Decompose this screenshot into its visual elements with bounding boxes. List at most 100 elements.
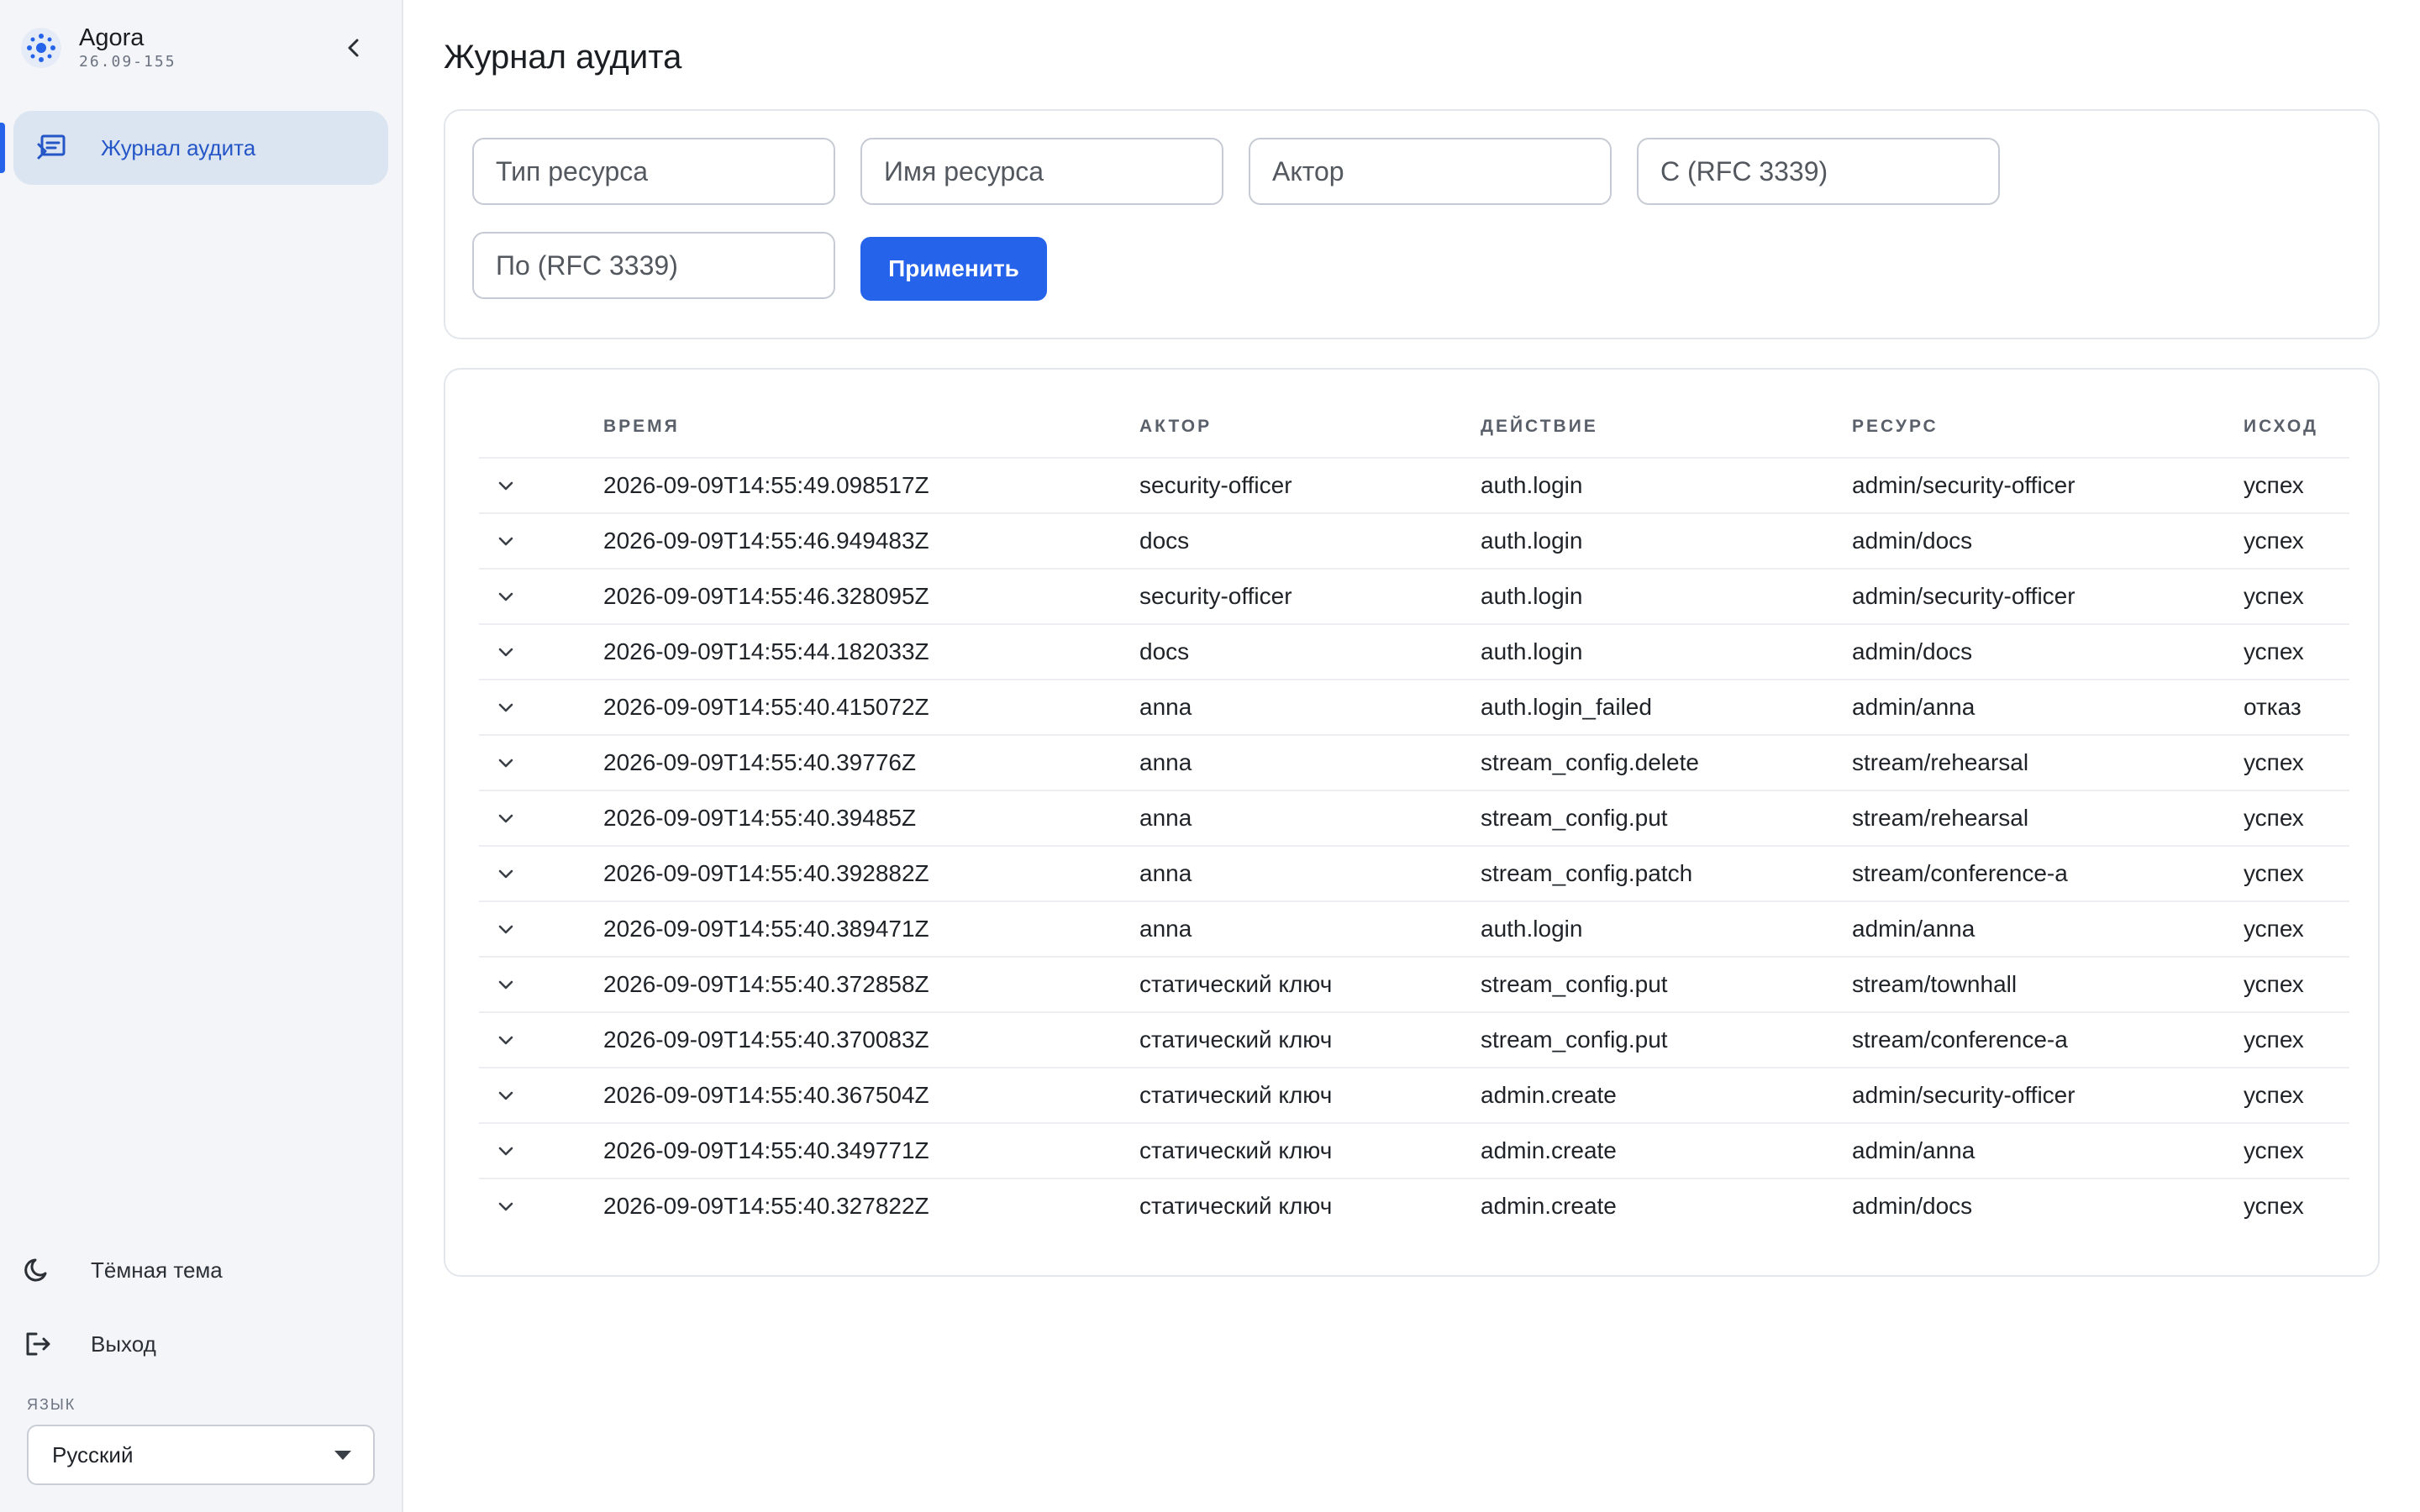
cell-resource: admin/security-officer bbox=[1852, 583, 2075, 609]
table-row[interactable]: 2026-09-09T14:55:40.415072Z anna auth.lo… bbox=[479, 680, 2349, 736]
table-row[interactable]: 2026-09-09T14:55:40.367504Z статический … bbox=[479, 1068, 2349, 1124]
expand-row-button[interactable] bbox=[489, 1079, 523, 1112]
expand-row-button[interactable] bbox=[489, 746, 523, 780]
cell-time: 2026-09-09T14:55:46.949483Z bbox=[603, 528, 929, 554]
expand-row-button[interactable] bbox=[489, 912, 523, 946]
chevron-down-icon bbox=[498, 648, 513, 657]
expand-row-button[interactable] bbox=[489, 469, 523, 502]
expand-row-button[interactable] bbox=[489, 635, 523, 669]
cell-actor: security-officer bbox=[1139, 583, 1292, 609]
dark-theme-toggle[interactable]: Тёмная тема bbox=[20, 1240, 373, 1300]
table-row[interactable]: 2026-09-09T14:55:49.098517Z security-off… bbox=[479, 459, 2349, 514]
column-header-actor[interactable]: АКТОР bbox=[1139, 410, 1212, 444]
expand-row-button[interactable] bbox=[489, 524, 523, 558]
expand-row-button[interactable] bbox=[489, 1134, 523, 1168]
to-date-input[interactable] bbox=[496, 249, 812, 281]
page-title: Журнал аудита bbox=[444, 39, 682, 76]
resource-name-input[interactable] bbox=[884, 155, 1200, 187]
cell-action: stream_config.put bbox=[1481, 971, 1668, 997]
table-row[interactable]: 2026-09-09T14:55:46.328095Z security-off… bbox=[479, 570, 2349, 625]
resource-name-field[interactable] bbox=[860, 138, 1223, 205]
app-version: 26.09-155 bbox=[79, 53, 176, 71]
expand-row-button[interactable] bbox=[489, 1189, 523, 1223]
app-shell: Agora 26.09-155 Журнал аудита Тёмная тем… bbox=[0, 0, 2420, 1512]
cell-time: 2026-09-09T14:55:40.327822Z bbox=[603, 1193, 929, 1219]
collapse-sidebar-button[interactable] bbox=[333, 27, 375, 69]
cell-outcome: успех bbox=[2244, 1026, 2304, 1053]
chevron-down-icon bbox=[498, 1202, 513, 1211]
table-row[interactable]: 2026-09-09T14:55:40.327822Z статический … bbox=[479, 1179, 2349, 1235]
table-row[interactable]: 2026-09-09T14:55:40.39776Z anna stream_c… bbox=[479, 736, 2349, 791]
cell-resource: stream/rehearsal bbox=[1852, 805, 2029, 831]
cell-outcome: успех bbox=[2244, 583, 2304, 609]
cell-outcome: успех bbox=[2244, 638, 2304, 664]
expand-row-button[interactable] bbox=[489, 857, 523, 890]
cell-resource: admin/security-officer bbox=[1852, 472, 2075, 498]
resource-type-input[interactable] bbox=[496, 155, 812, 187]
cell-resource: admin/anna bbox=[1852, 916, 1975, 942]
actor-field[interactable] bbox=[1249, 138, 1612, 205]
logout-button[interactable]: Выход bbox=[20, 1314, 373, 1374]
cell-outcome: успех bbox=[2244, 860, 2304, 886]
cell-action: auth.login_failed bbox=[1481, 694, 1652, 720]
chevron-down-icon bbox=[498, 1147, 513, 1156]
cell-action: auth.login bbox=[1481, 583, 1583, 609]
table-header: ВРЕМЯ АКТОР ДЕЙСТВИЕ РЕСУРС ИСХОД bbox=[479, 410, 2349, 459]
chevron-down-icon bbox=[498, 1036, 513, 1045]
cell-actor: anna bbox=[1139, 916, 1192, 942]
cell-outcome: успех bbox=[2244, 472, 2304, 498]
chevron-down-icon bbox=[498, 592, 513, 601]
column-header-resource[interactable]: РЕСУРС bbox=[1852, 410, 1939, 444]
language-select[interactable]: Русский bbox=[27, 1425, 375, 1485]
cell-action: stream_config.put bbox=[1481, 1026, 1668, 1053]
cell-actor: статический ключ bbox=[1139, 1137, 1333, 1163]
cell-outcome: успех bbox=[2244, 916, 2304, 942]
table-row[interactable]: 2026-09-09T14:55:40.39485Z anna stream_c… bbox=[479, 791, 2349, 847]
table-row[interactable]: 2026-09-09T14:55:44.182033Z docs auth.lo… bbox=[479, 625, 2349, 680]
cell-resource: admin/security-officer bbox=[1852, 1082, 2075, 1108]
chevron-down-icon bbox=[498, 980, 513, 990]
table-row[interactable]: 2026-09-09T14:55:40.372858Z статический … bbox=[479, 958, 2349, 1013]
table-row[interactable]: 2026-09-09T14:55:40.349771Z статический … bbox=[479, 1124, 2349, 1179]
table-row[interactable]: 2026-09-09T14:55:40.392882Z anna stream_… bbox=[479, 847, 2349, 902]
chevron-down-icon bbox=[498, 703, 513, 712]
table-row[interactable]: 2026-09-09T14:55:40.389471Z anna auth.lo… bbox=[479, 902, 2349, 958]
agora-logo-icon bbox=[21, 28, 61, 68]
apply-button[interactable]: Применить bbox=[860, 237, 1047, 301]
brand-text: Agora 26.09-155 bbox=[79, 24, 176, 72]
cell-time: 2026-09-09T14:55:44.182033Z bbox=[603, 638, 929, 664]
chevron-down-icon bbox=[498, 1091, 513, 1100]
cell-time: 2026-09-09T14:55:40.39776Z bbox=[603, 749, 917, 775]
column-header-outcome[interactable]: ИСХОД bbox=[2244, 410, 2318, 444]
from-date-input[interactable] bbox=[1660, 155, 1976, 187]
sidebar-item-label: Журнал аудита bbox=[101, 134, 256, 160]
chevron-down-icon bbox=[498, 481, 513, 491]
column-header-time[interactable]: ВРЕМЯ bbox=[603, 410, 680, 444]
resource-type-field[interactable] bbox=[472, 138, 835, 205]
expand-row-button[interactable] bbox=[489, 580, 523, 613]
expand-row-button[interactable] bbox=[489, 801, 523, 835]
cell-time: 2026-09-09T14:55:40.367504Z bbox=[603, 1082, 929, 1108]
cell-outcome: отказ bbox=[2244, 694, 2302, 720]
cell-outcome: успех bbox=[2244, 805, 2304, 831]
logout-icon bbox=[20, 1326, 55, 1362]
expand-row-button[interactable] bbox=[489, 690, 523, 724]
actor-input[interactable] bbox=[1272, 155, 1588, 187]
cell-resource: admin/anna bbox=[1852, 694, 1975, 720]
expand-row-button[interactable] bbox=[489, 968, 523, 1001]
dark-theme-label: Тёмная тема bbox=[91, 1257, 223, 1283]
table-row[interactable]: 2026-09-09T14:55:46.949483Z docs auth.lo… bbox=[479, 514, 2349, 570]
column-header-action[interactable]: ДЕЙСТВИЕ bbox=[1481, 410, 1598, 444]
cell-resource: admin/docs bbox=[1852, 528, 1973, 554]
cell-action: stream_config.patch bbox=[1481, 860, 1693, 886]
cell-time: 2026-09-09T14:55:40.372858Z bbox=[603, 971, 929, 997]
table-row[interactable]: 2026-09-09T14:55:40.370083Z статический … bbox=[479, 1013, 2349, 1068]
from-date-field[interactable] bbox=[1637, 138, 2000, 205]
chevron-down-icon bbox=[498, 759, 513, 768]
to-date-field[interactable] bbox=[472, 232, 835, 299]
cell-actor: статический ключ bbox=[1139, 1193, 1333, 1219]
expand-row-button[interactable] bbox=[489, 1023, 523, 1057]
sidebar-item-audit-log[interactable]: Журнал аудита bbox=[13, 111, 388, 185]
caret-down-icon bbox=[334, 1450, 351, 1460]
cell-time: 2026-09-09T14:55:40.389471Z bbox=[603, 916, 929, 942]
